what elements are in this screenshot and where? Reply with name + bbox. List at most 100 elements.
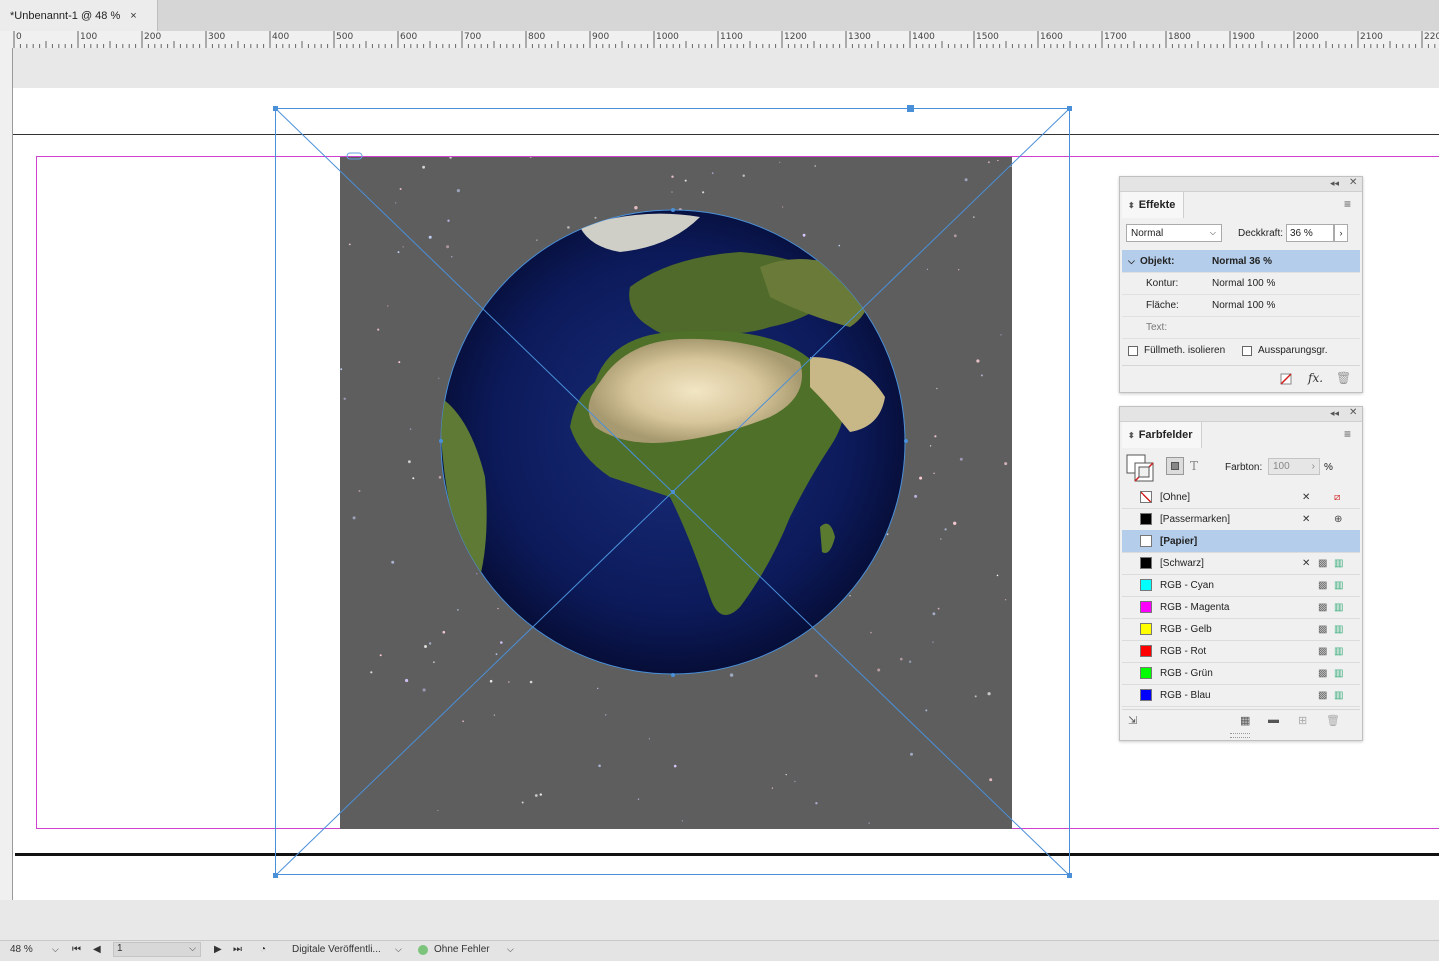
effects-row-value: Normal 100 % xyxy=(1212,277,1276,289)
chevron-right-icon: › xyxy=(1311,461,1315,472)
swatch-name: RGB - Grün xyxy=(1160,667,1213,679)
sort-icon: ⬍ xyxy=(1128,430,1135,440)
effects-row-label: Kontur: xyxy=(1146,277,1179,289)
previous-page-icon[interactable]: ◀ xyxy=(93,944,101,955)
panel-menu-icon[interactable]: ≡ xyxy=(1344,197,1351,211)
process-color-icon: ▩ xyxy=(1318,557,1328,569)
swatch-row[interactable]: RGB - Gelb ▩ ▥ xyxy=(1122,618,1360,641)
chevron-down-icon: ⌵ xyxy=(1209,228,1216,237)
swatch-row[interactable]: RGB - Rot ▩ ▥ xyxy=(1122,640,1360,663)
divider xyxy=(1122,709,1360,710)
effects-row[interactable]: Kontur: Normal 100 % xyxy=(1122,272,1360,295)
non-editable-icon: ✕ xyxy=(1302,513,1311,525)
fill-stroke-proxy-icon[interactable] xyxy=(1126,454,1154,482)
rgb-mode-icon: ▥ xyxy=(1334,557,1344,569)
tint-input[interactable]: 100 › xyxy=(1268,458,1320,475)
first-page-icon[interactable]: ⏮ xyxy=(72,944,81,955)
effects-row[interactable]: Text: xyxy=(1122,316,1360,339)
effects-panel-header[interactable]: ◂◂ ✕ xyxy=(1120,177,1362,192)
knockout-checkbox-box[interactable] xyxy=(1242,345,1252,356)
preflight-profile[interactable]: Digitale Veröffentli... xyxy=(292,944,381,955)
effects-row-label: Objekt: xyxy=(1140,255,1175,267)
swatch-chip xyxy=(1140,667,1152,679)
swatch-row[interactable]: [Papier] xyxy=(1122,530,1360,553)
collapse-icon[interactable]: ◂◂ xyxy=(1330,408,1339,419)
swatch-row[interactable]: [Schwarz] ✕ ▩ ▥ xyxy=(1122,552,1360,575)
swatch-name: RGB - Cyan xyxy=(1160,579,1214,591)
swatch-name: [Ohne] xyxy=(1160,491,1191,503)
swatch-row[interactable]: RGB - Blau ▩ ▥ xyxy=(1122,684,1360,707)
collapse-icon[interactable]: ◂◂ xyxy=(1330,178,1339,189)
process-color-icon: ▩ xyxy=(1318,689,1328,701)
swatch-name: RGB - Blau xyxy=(1160,689,1211,701)
blend-mode-select[interactable]: Normal ⌵ xyxy=(1126,224,1222,242)
swatch-row[interactable]: [Passermarken] ✕ ⊕ xyxy=(1122,508,1360,531)
process-color-icon: ▩ xyxy=(1318,579,1328,591)
swatch-name: RGB - Magenta xyxy=(1160,601,1230,613)
preflight-icon[interactable]: ◔ xyxy=(260,944,266,955)
effects-title: Effekte xyxy=(1138,199,1176,211)
trash-icon[interactable]: 🗑 xyxy=(1336,371,1351,385)
knockout-label: Aussparungsgr. xyxy=(1258,345,1328,356)
trash-icon[interactable]: 🗑 xyxy=(1326,714,1340,727)
chevron-down-icon[interactable]: ⌵ xyxy=(52,944,59,955)
tab-effects[interactable]: ⬍ Effekte xyxy=(1122,192,1185,218)
isolate-label: Füllmeth. isolieren xyxy=(1144,345,1226,356)
panel-menu-icon[interactable]: ≡ xyxy=(1344,427,1351,441)
next-page-icon[interactable]: ▶ xyxy=(214,944,222,955)
swatch-chip xyxy=(1140,491,1152,503)
opacity-value: 36 % xyxy=(1290,227,1313,239)
formatting-container-button[interactable] xyxy=(1166,457,1184,475)
zoom-field[interactable]: 48 % xyxy=(10,944,33,955)
swatch-name: [Schwarz] xyxy=(1160,557,1204,569)
close-icon[interactable]: ✕ xyxy=(1349,177,1357,188)
show-swatches-icon[interactable]: ⇲ xyxy=(1128,714,1137,727)
opacity-slider-button[interactable]: › xyxy=(1334,224,1348,242)
clear-effects-icon[interactable] xyxy=(1280,373,1292,385)
non-editable-icon: ✕ xyxy=(1302,491,1311,503)
tab-swatches[interactable]: ⬍ Farbfelder xyxy=(1122,422,1202,448)
swatch-chip xyxy=(1140,601,1152,613)
swatch-view-icon[interactable]: ▦ xyxy=(1240,714,1250,727)
chevron-down-icon[interactable]: ⌵ xyxy=(1128,256,1135,267)
swatch-row[interactable]: RGB - Magenta ▩ ▥ xyxy=(1122,596,1360,619)
formatting-text-button[interactable]: T xyxy=(1190,459,1198,473)
swatches-panel-header[interactable]: ◂◂ ✕ xyxy=(1120,407,1362,422)
folder-icon[interactable]: ▬ xyxy=(1268,714,1279,726)
fx-icon[interactable]: fx. xyxy=(1308,371,1323,385)
swatch-row[interactable]: RGB - Grün ▩ ▥ xyxy=(1122,662,1360,685)
chevron-down-icon[interactable]: ⌵ xyxy=(507,944,514,955)
effects-row[interactable]: ⌵ Objekt: Normal 36 % xyxy=(1122,250,1360,273)
chevron-down-icon[interactable]: ⌵ xyxy=(395,944,402,955)
isolate-checkbox-box[interactable] xyxy=(1128,345,1138,356)
rgb-mode-icon: ▥ xyxy=(1334,579,1344,591)
effects-row-value: Normal 36 % xyxy=(1212,255,1273,267)
effects-panel: ◂◂ ✕ ⬍ Effekte ≡ Normal ⌵ Deckkraft: 36 … xyxy=(1119,176,1363,393)
link-icon xyxy=(346,152,363,160)
rgb-mode-icon: ▥ xyxy=(1334,601,1344,613)
rgb-mode-icon: ▥ xyxy=(1334,667,1344,679)
effects-row[interactable]: Fläche: Normal 100 % xyxy=(1122,294,1360,317)
registration-icon: ⊕ xyxy=(1334,513,1343,525)
isolate-blending-checkbox[interactable]: Füllmeth. isolieren xyxy=(1128,345,1225,356)
new-swatch-icon[interactable]: ⊞ xyxy=(1298,714,1307,727)
swatch-chip xyxy=(1140,645,1152,657)
rgb-mode-icon: ▥ xyxy=(1334,645,1344,657)
process-color-icon: ▩ xyxy=(1318,667,1328,679)
status-bar: 48 % ⌵ ⏮ ◀ 1 ⌵ ▶ ⏭ ◔ Digitale Veröffentl… xyxy=(0,940,1439,961)
preflight-status[interactable]: Ohne Fehler xyxy=(434,944,490,955)
swatch-chip xyxy=(1140,579,1152,591)
no-color-icon: ⧄ xyxy=(1334,491,1341,503)
resize-grip[interactable] xyxy=(1230,733,1250,738)
non-editable-icon: ✕ xyxy=(1302,557,1311,569)
divider xyxy=(1122,365,1360,366)
swatch-row[interactable]: RGB - Cyan ▩ ▥ xyxy=(1122,574,1360,597)
last-page-icon[interactable]: ⏭ xyxy=(233,944,242,955)
opacity-input[interactable]: 36 % xyxy=(1286,224,1334,242)
swatch-name: [Papier] xyxy=(1160,535,1198,547)
swatch-chip xyxy=(1140,535,1152,547)
swatch-row[interactable]: [Ohne] ✕ ⧄ xyxy=(1122,486,1360,509)
close-icon[interactable]: ✕ xyxy=(1349,407,1357,418)
knockout-group-checkbox[interactable]: Aussparungsgr. xyxy=(1242,345,1328,356)
page-number-field[interactable]: 1 ⌵ xyxy=(113,942,201,957)
